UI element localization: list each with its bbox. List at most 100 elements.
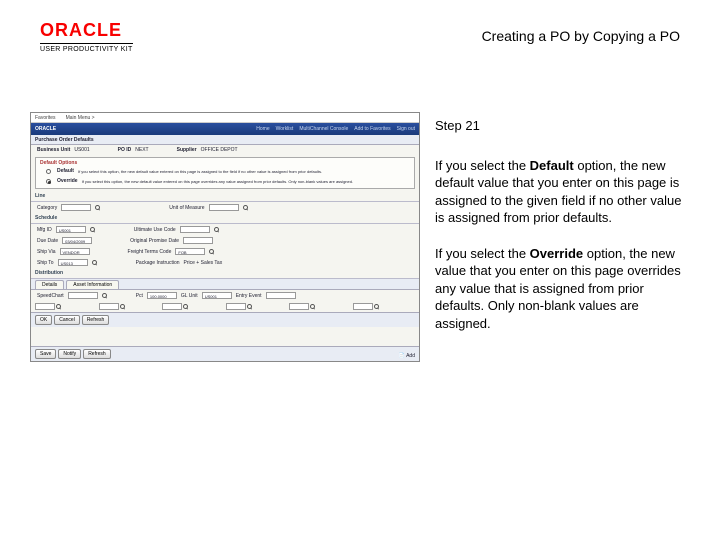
ss-line-row: Category Unit of Measure [31,202,419,213]
instruction-paragraph-2: If you select the Override option, the n… [435,245,683,333]
ss-link: Sign out [397,126,415,132]
ss-default-options-box: Default Options Default If you select th… [35,157,415,189]
ss-grid-input [99,303,119,310]
override-keyword: Override [530,246,583,261]
search-icon [209,249,215,255]
ss-entry-input [266,292,296,299]
ss-pkg-label: Package Instruction [136,260,180,266]
ss-sched-row: Mfg ID US001 Ultimate Use Code [31,224,419,235]
ss-category-input [61,204,91,211]
ss-tab-asset: Asset Information [66,280,119,289]
search-icon [56,304,62,310]
ss-footer: Save Notify Refresh 📄 Add [31,346,419,361]
ss-uom-input [209,204,239,211]
ss-page-title: Purchase Order Defaults [31,135,419,145]
refresh-button: Refresh [82,315,110,325]
ss-category-label: Category [37,205,57,211]
ss-shipvia-label: Ship Via [37,249,56,255]
text: If you select the [435,246,530,261]
ss-tab-row: Details Asset Information [31,279,419,290]
step-label: Step 21 [435,117,683,135]
ss-mfg-label: Mfg ID [37,227,52,233]
ss-default-radio-label: Default [57,168,74,174]
ss-ultimate-label: Ultimate Use Code [134,227,176,233]
ss-glunit-input: US001 [202,292,232,299]
refresh-button: Refresh [83,349,111,359]
ss-line-header: Line [31,191,419,202]
ss-uom-label: Unit of Measure [169,205,204,211]
radio-icon [46,179,51,184]
ss-link: Home [256,126,269,132]
ss-supplier-value: OFFICE DEPOT [201,147,238,153]
page-title: Creating a PO by Copying a PO [482,28,680,44]
ss-shipto-input: US013 [58,259,88,266]
ss-supplier-label: Supplier [177,147,197,153]
search-icon [183,304,189,310]
ss-app-header: ORACLE Home Worklist MultiChannel Consol… [31,123,419,135]
search-icon [102,293,108,299]
ss-freight-input: FOB [175,248,205,255]
ss-glunit-label: GL Unit [181,293,198,299]
ss-grid-input [162,303,182,310]
ss-ultimate-input [180,226,210,233]
ss-shipvia-input: VENDOR [60,248,90,255]
ss-override-radio-label: Override [57,178,78,184]
save-button: Save [35,349,56,359]
default-keyword: Default [530,158,574,173]
ss-grid-input [353,303,373,310]
instruction-paragraph-1: If you select the Default option, the ne… [435,157,683,227]
search-icon [120,304,126,310]
ss-link: Add to Favorites [354,126,390,132]
ss-distribution-header: Distribution [31,268,419,279]
ss-grid-input [35,303,55,310]
ss-speedchart-input [68,292,98,299]
ss-pct-label: Pct [136,293,143,299]
ss-header-links: Home Worklist MultiChannel Console Add t… [256,126,415,132]
search-icon [90,227,96,233]
ss-tab-item: Main Menu > [66,115,95,121]
ss-grid-input [289,303,309,310]
search-icon [374,304,380,310]
ss-override-radio-desc: If you select this option, the new defau… [82,179,404,184]
search-icon [310,304,316,310]
ss-sched-row: Ship To US013 Package Instruction Price … [31,257,419,268]
ss-bu-value: US001 [74,147,89,153]
ss-bu-label: Business Unit [37,147,70,153]
search-icon [95,205,101,211]
ss-pct-input: 100.0000 [147,292,177,299]
ss-origprom-label: Original Promise Date [130,238,179,244]
search-icon [247,304,253,310]
ss-dist-row: SpeedChart Pct 100.0000 GL Unit US001 En… [31,290,419,301]
search-icon [243,205,249,211]
ss-poid-value: NEXT [135,147,148,153]
oracle-wordmark: ORACLE [35,126,56,132]
ss-schedule-header: Schedule [31,213,419,224]
ss-mfg-input: US001 [56,226,86,233]
brand-logo: ORACLE USER PRODUCTIVITY KIT [40,20,133,53]
oracle-wordmark: ORACLE [40,20,133,41]
instruction-panel: Step 21 If you select the Default option… [435,117,683,350]
notify-button: Notify [58,349,81,359]
ss-duedate-label: Due Date [37,238,58,244]
ss-entry-label: Entry Event [236,293,262,299]
embedded-screenshot: Favorites Main Menu > ORACLE Home Workli… [30,112,420,362]
text: If you select the [435,158,530,173]
ss-freight-label: Freight Terms Code [128,249,172,255]
ss-tab-details: Details [35,280,64,289]
ss-radio-row: Override If you select this option, the … [40,176,410,186]
ss-link: MultiChannel Console [299,126,348,132]
ss-origprom-input [183,237,213,244]
add-button: 📄 Add [399,353,415,359]
ss-tab-item: Favorites [35,115,56,121]
ss-poid-label: PO ID [118,147,132,153]
ss-shipto-label: Ship To [37,260,54,266]
ss-sched-row: Ship Via VENDOR Freight Terms Code FOB [31,246,419,257]
search-icon [92,260,98,266]
ok-button: OK [35,315,52,325]
radio-icon [46,169,51,174]
ss-sched-row: Due Date 03/04/2009 Original Promise Dat… [31,235,419,246]
ss-radio-row: Default If you select this option, the n… [40,166,410,176]
ss-link: Worklist [276,126,294,132]
cancel-button: Cancel [54,315,80,325]
ss-info-row: Business Unit US001 PO ID NEXT Supplier … [31,145,419,155]
